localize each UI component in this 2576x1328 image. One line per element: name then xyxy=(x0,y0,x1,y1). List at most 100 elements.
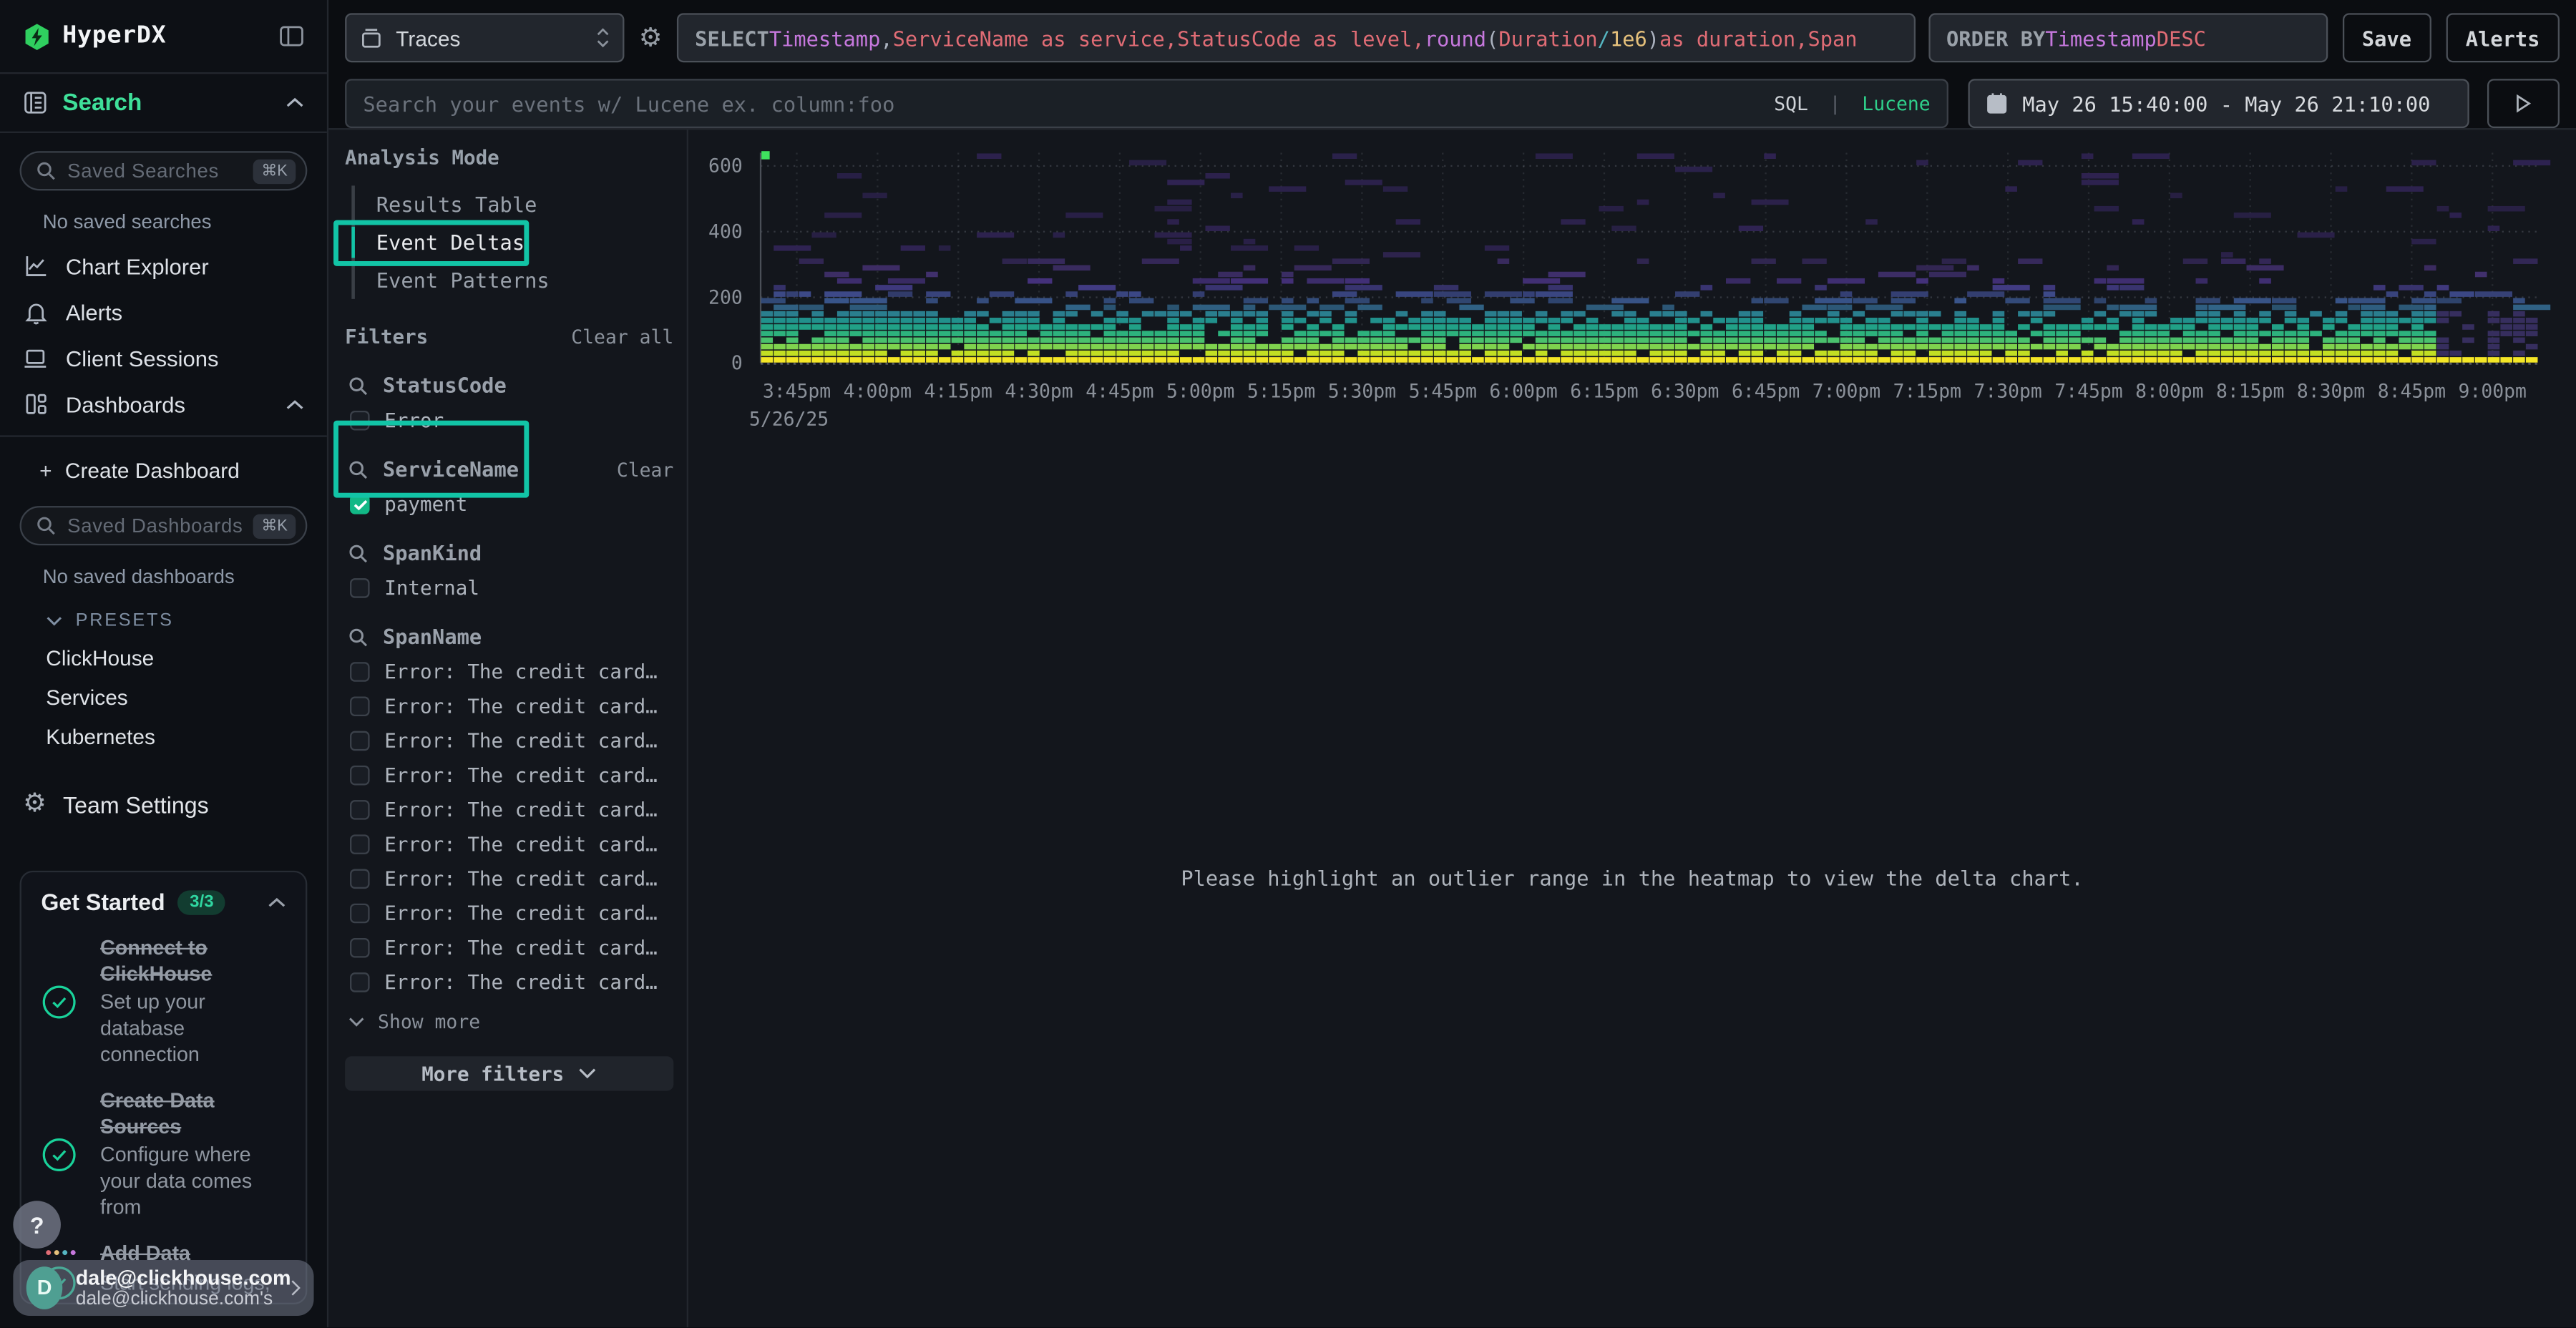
checkbox-unchecked[interactable] xyxy=(350,731,370,751)
sidebar-collapse-icon[interactable] xyxy=(279,24,303,47)
code-token: , xyxy=(1165,26,1177,50)
code-token: DESC xyxy=(2157,26,2206,50)
get-started-item[interactable]: Connect to ClickHouse Set up your databa… xyxy=(41,937,286,1068)
sidebar-item-dashboards[interactable]: Dashboards xyxy=(0,381,327,427)
filter-group-spanname: SpanName Error: The credit card … Error: … xyxy=(345,624,673,994)
search-input[interactable]: Search your events w/ Lucene ex. column:… xyxy=(345,79,1948,128)
code-token: 1e6 xyxy=(1610,26,1647,50)
checkbox-unchecked[interactable] xyxy=(350,696,370,716)
date-range-picker[interactable]: May 26 15:40:00 - May 26 21:10:00 xyxy=(1968,79,2469,128)
saved-searches-input[interactable]: Saved Searches ⌘K xyxy=(20,151,308,190)
checkbox-unchecked[interactable] xyxy=(350,869,370,889)
sidebar-item-chart-explorer[interactable]: Chart Explorer xyxy=(0,243,327,289)
sidebar: HyperDX Search Saved Searches ⌘K No save… xyxy=(0,0,328,1328)
code-token: ORDER BY xyxy=(1946,26,2045,50)
checkbox-unchecked[interactable] xyxy=(350,972,370,992)
filter-option-label: Error: The credit card … xyxy=(384,937,660,960)
tab-event-deltas[interactable]: Event Deltas xyxy=(355,223,673,261)
search-icon xyxy=(348,627,369,647)
checkbox-unchecked[interactable] xyxy=(350,578,370,598)
tab-event-patterns[interactable]: Event Patterns xyxy=(355,261,673,299)
preset-clickhouse[interactable]: ClickHouse xyxy=(46,645,327,670)
calendar-icon xyxy=(1986,92,2008,115)
source-select-value: Traces xyxy=(396,26,596,50)
source-select[interactable]: Traces xyxy=(345,13,624,62)
filter-option[interactable]: Error: The credit card … xyxy=(345,902,673,924)
analysis-mode-label: Analysis Mode xyxy=(345,146,673,169)
filter-option[interactable]: Error: The credit card … xyxy=(345,729,673,752)
save-button[interactable]: Save xyxy=(2342,13,2431,62)
select-clause-input[interactable]: SELECT Timestamp, ServiceName as service… xyxy=(677,13,1915,62)
search-section-icon xyxy=(23,90,47,114)
no-saved-searches-text: No saved searches xyxy=(43,210,327,233)
no-saved-dashboards-text: No saved dashboards xyxy=(43,565,327,588)
mode-sql[interactable]: SQL xyxy=(1774,92,1808,115)
filter-option[interactable]: Error: The credit card … xyxy=(345,695,673,718)
code-token: as duration xyxy=(1659,26,1795,50)
x-axis-tick: 5:45pm xyxy=(1409,381,1477,403)
app-title: HyperDX xyxy=(62,23,279,49)
tab-results-table[interactable]: Results Table xyxy=(355,185,673,223)
search-icon xyxy=(348,459,369,479)
live-tail-button[interactable] xyxy=(2487,79,2560,128)
sidebar-item-search[interactable]: Search xyxy=(0,72,327,133)
x-axis-tick: 6:30pm xyxy=(1651,381,1719,403)
search-icon xyxy=(36,161,57,181)
checkbox-unchecked[interactable] xyxy=(350,904,370,924)
filter-option[interactable]: Error: The credit card … xyxy=(345,764,673,787)
clear-all-link[interactable]: Clear all xyxy=(571,326,673,348)
task-title: Connect to ClickHouse xyxy=(100,937,286,988)
filter-option[interactable]: payment xyxy=(345,493,673,516)
filter-group-header[interactable]: SpanName xyxy=(345,624,673,648)
filter-group-header[interactable]: SpanKind xyxy=(345,540,673,565)
checkbox-checked[interactable] xyxy=(350,494,370,514)
more-filters-button[interactable]: More filters xyxy=(345,1056,673,1090)
checkbox-unchecked[interactable] xyxy=(350,411,370,431)
preset-kubernetes[interactable]: Kubernetes xyxy=(46,724,327,748)
filter-option-label: Error: The credit card … xyxy=(384,799,660,821)
source-settings-gear-icon[interactable]: ⚙ xyxy=(629,13,672,62)
code-token: / xyxy=(1598,26,1610,50)
filter-group-header[interactable]: StatusCode xyxy=(345,373,673,397)
chevron-up-icon[interactable] xyxy=(286,399,303,410)
duration-heatmap[interactable]: 60040020003:45pm4:00pm4:15pm4:30pm4:45pm… xyxy=(688,130,2576,458)
user-menu[interactable]: D dale@clickhouse.com dale@clickhouse.co… xyxy=(13,1261,313,1317)
filter-option[interactable]: Error xyxy=(345,409,673,432)
nav-label: Chart Explorer xyxy=(66,254,304,278)
filter-option[interactable]: Error: The credit card … xyxy=(345,660,673,683)
show-more-label: Show more xyxy=(378,1010,480,1033)
get-started-card: Get Started 3/3 Connect to ClickHouse Se… xyxy=(20,871,308,1305)
preset-services[interactable]: Services xyxy=(46,685,327,709)
create-dashboard-button[interactable]: + Create Dashboard xyxy=(39,459,327,483)
order-by-input[interactable]: ORDER BY Timestamp DESC xyxy=(1928,13,2328,62)
chevron-up-icon[interactable] xyxy=(268,896,286,907)
filter-group-header[interactable]: ServiceName Clear xyxy=(345,456,673,481)
x-axis-tick: 7:30pm xyxy=(1974,381,2041,403)
checkbox-unchecked[interactable] xyxy=(350,662,370,682)
filter-option[interactable]: Error: The credit card … xyxy=(345,799,673,821)
chevron-up-icon[interactable] xyxy=(286,97,303,108)
filter-option[interactable]: Error: The credit card … xyxy=(345,833,673,856)
checkbox-unchecked[interactable] xyxy=(350,766,370,786)
filter-option-label: Error: The credit card … xyxy=(384,902,660,924)
filter-option[interactable]: Error: The credit card … xyxy=(345,867,673,890)
show-more-link[interactable]: Show more xyxy=(348,1010,674,1033)
checkbox-unchecked[interactable] xyxy=(350,834,370,854)
hyperdx-app: HyperDX Search Saved Searches ⌘K No save… xyxy=(0,0,2576,1328)
mode-lucene[interactable]: Lucene xyxy=(1862,92,1930,115)
sidebar-item-client-sessions[interactable]: Client Sessions xyxy=(0,335,327,381)
code-token: , xyxy=(1412,26,1424,50)
filter-option[interactable]: Internal xyxy=(345,577,673,600)
checkbox-unchecked[interactable] xyxy=(350,800,370,820)
filter-option[interactable]: Error: The credit card … xyxy=(345,971,673,994)
saved-dashboards-input[interactable]: Saved Dashboards ⌘K xyxy=(20,506,308,545)
filter-option[interactable]: Error: The credit card … xyxy=(345,937,673,960)
filter-option-label: Internal xyxy=(384,577,479,600)
alerts-button[interactable]: Alerts xyxy=(2446,13,2560,62)
sidebar-item-alerts[interactable]: Alerts xyxy=(0,289,327,335)
clear-link[interactable]: Clear xyxy=(617,457,673,480)
checkbox-unchecked[interactable] xyxy=(350,938,370,958)
presets-toggle[interactable]: PRESETS xyxy=(46,611,327,631)
team-settings-button[interactable]: ⚙ Team Settings xyxy=(23,792,327,819)
get-started-item[interactable]: Create Data Sources Configure where your… xyxy=(41,1089,286,1221)
